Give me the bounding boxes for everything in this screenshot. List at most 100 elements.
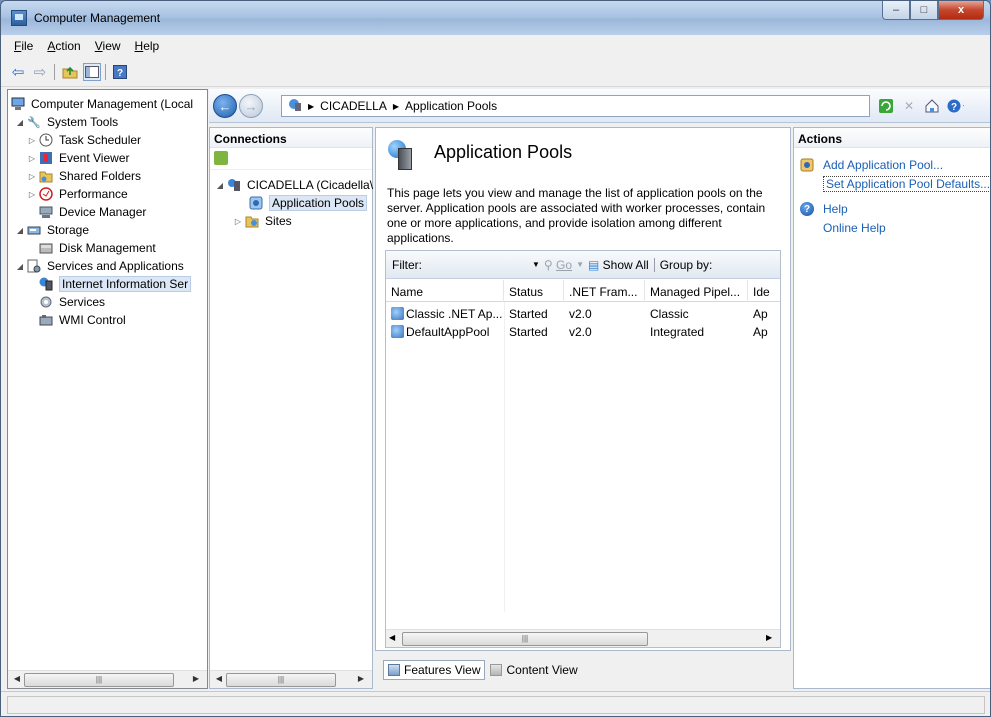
tree-node-task-scheduler[interactable]: ▷ Task Scheduler: [26, 131, 141, 149]
scrollbar-thumb[interactable]: |||: [226, 673, 336, 687]
collapsed-arrow-icon[interactable]: ▷: [26, 172, 38, 181]
breadcrumb-application-pools[interactable]: Application Pools: [405, 99, 497, 113]
close-button[interactable]: x: [938, 1, 984, 20]
back-button[interactable]: ←: [213, 94, 237, 118]
column-header-row: Name Status .NET Fram... Managed Pipel..…: [386, 280, 780, 302]
help-dropdown-icon[interactable]: ?: [946, 97, 964, 115]
address-bar[interactable]: ▶ CICADELLA ▶ Application Pools: [281, 95, 870, 117]
refresh-icon[interactable]: [877, 97, 895, 115]
tab-content-view[interactable]: Content View: [485, 660, 582, 680]
column-header-identity[interactable]: Ide: [748, 280, 782, 302]
tree-node-storage[interactable]: ◢ Storage: [14, 221, 89, 239]
page-title: Application Pools: [434, 142, 573, 162]
go-dropdown-icon[interactable]: ▼: [576, 260, 584, 269]
scroll-left-icon[interactable]: ◀: [10, 674, 24, 686]
filter-dropdown-icon[interactable]: ▼: [532, 260, 540, 269]
online-help-action[interactable]: Online Help: [823, 219, 886, 237]
expanded-arrow-icon[interactable]: ◢: [14, 262, 26, 271]
back-arrow-icon[interactable]: ⇦: [9, 63, 27, 81]
column-header-status[interactable]: Status: [504, 280, 564, 302]
tab-features-view[interactable]: Features View: [383, 660, 486, 680]
menu-file[interactable]: File: [7, 35, 40, 56]
list-horizontal-scrollbar[interactable]: ◀ ||| ▶: [386, 629, 780, 647]
go-button[interactable]: ⚲ Go: [544, 258, 572, 272]
menu-action[interactable]: Action: [40, 35, 87, 56]
expanded-arrow-icon[interactable]: ◢: [14, 226, 26, 235]
scroll-right-icon[interactable]: ▶: [189, 674, 203, 686]
features-view-icon: [388, 664, 400, 676]
scroll-right-icon[interactable]: ▶: [766, 633, 772, 642]
tree-node-sites[interactable]: ▷ Sites: [232, 212, 292, 230]
console-tree[interactable]: Computer Management (Local ◢ 🔧 System To…: [7, 89, 208, 689]
iis-manager: ← → ▶ CICADELLA ▶ Application Pools ✕ ? …: [209, 89, 990, 689]
scrollbar-thumb[interactable]: |||: [402, 632, 648, 646]
tree-node-server[interactable]: ◢ CICADELLA (Cicadella\: [214, 176, 373, 194]
tree-node-application-pools[interactable]: Application Pools: [248, 194, 368, 212]
application-pools-page-icon: [388, 140, 416, 170]
expanded-arrow-icon[interactable]: ◢: [14, 118, 26, 127]
scrollbar-thumb[interactable]: |||: [24, 673, 174, 687]
forward-arrow-icon[interactable]: ⇨: [31, 63, 49, 81]
tree-node-internet-information-services[interactable]: Internet Information Ser: [38, 275, 192, 293]
tree-node-services[interactable]: Services: [38, 293, 105, 311]
up-folder-icon[interactable]: [61, 63, 79, 81]
filter-label: Filter:: [392, 257, 422, 272]
connections-horizontal-scrollbar[interactable]: ◀ ||| ▶: [210, 670, 372, 688]
tree-node-device-manager[interactable]: Device Manager: [38, 203, 146, 221]
svg-text:?: ?: [951, 102, 957, 113]
menu-help[interactable]: Help: [128, 35, 167, 56]
table-row[interactable]: DefaultAppPool Started v2.0 Integrated A…: [386, 324, 780, 342]
title-bar[interactable]: Computer Management – □ x: [1, 1, 990, 35]
column-header-net-framework[interactable]: .NET Fram...: [564, 280, 645, 302]
tree-node-event-viewer[interactable]: ▷ Event Viewer: [26, 149, 130, 167]
content-view-icon: [490, 664, 503, 676]
add-application-pool-action[interactable]: Add Application Pool...: [800, 156, 943, 174]
column-header-managed-pipeline[interactable]: Managed Pipel...: [645, 280, 748, 302]
scroll-right-icon[interactable]: ▶: [354, 674, 368, 686]
help-action[interactable]: ? Help: [800, 200, 848, 218]
cell-identity: Ap: [753, 307, 768, 321]
collapsed-arrow-icon[interactable]: ▷: [26, 136, 38, 145]
iis-icon: [38, 276, 54, 292]
minimize-button[interactable]: –: [882, 1, 910, 20]
sites-folder-icon: [244, 213, 260, 229]
actions-pane: Actions Add Application Pool... Set Appl…: [793, 127, 990, 689]
tree-node-performance[interactable]: ▷ Performance: [26, 185, 128, 203]
tree-horizontal-scrollbar[interactable]: ◀ ||| ▶: [8, 670, 207, 688]
cell-status: Started: [509, 307, 548, 321]
scroll-left-icon[interactable]: ◀: [212, 674, 226, 686]
tree-node-wmi-control[interactable]: WMI Control: [38, 311, 126, 329]
tree-node-services-and-applications[interactable]: ◢ Services and Applications: [14, 257, 184, 275]
forward-button[interactable]: →: [239, 94, 263, 118]
collapsed-arrow-icon[interactable]: ▷: [26, 154, 38, 163]
expanded-arrow-icon[interactable]: ◢: [214, 181, 226, 190]
breadcrumb-server[interactable]: CICADELLA: [320, 99, 387, 113]
menu-view[interactable]: View: [88, 35, 128, 56]
tree-node-disk-management[interactable]: Disk Management: [38, 239, 156, 257]
svg-text:?: ?: [117, 68, 123, 79]
collapsed-arrow-icon[interactable]: ▷: [232, 217, 244, 226]
table-row[interactable]: Classic .NET Ap... Started v2.0 Classic …: [386, 306, 780, 324]
group-by-label[interactable]: Group by:: [660, 258, 713, 272]
column-header-name[interactable]: Name: [386, 280, 504, 302]
home-icon[interactable]: [923, 97, 941, 115]
tree-node-shared-folders[interactable]: ▷ Shared Folders: [26, 167, 141, 185]
set-application-pool-defaults-action[interactable]: Set Application Pool Defaults...: [823, 175, 990, 193]
gear-icon: [38, 294, 54, 310]
actions-header: Actions: [794, 128, 990, 148]
collapsed-arrow-icon[interactable]: ▷: [26, 190, 38, 199]
scroll-left-icon[interactable]: ◀: [389, 633, 395, 642]
disk-icon: [38, 240, 54, 256]
create-connection-icon[interactable]: [214, 151, 228, 165]
maximize-button[interactable]: □: [910, 1, 938, 20]
tree-node-system-tools[interactable]: ◢ 🔧 System Tools: [14, 113, 118, 131]
application-pools-list: Filter: ▼ ⚲ Go ▼ ▤ Show All Group by: Na…: [385, 250, 781, 648]
filter-separator: [653, 257, 655, 272]
tree-node-computer-management[interactable]: Computer Management (Local: [10, 95, 193, 113]
toolbar-separator: [54, 64, 55, 80]
help-icon[interactable]: ?: [111, 63, 129, 81]
show-hide-tree-icon[interactable]: [83, 63, 101, 81]
view-tabs: Features View Content View: [383, 660, 583, 680]
stop-icon[interactable]: ✕: [900, 97, 918, 115]
show-all-button[interactable]: ▤ Show All: [588, 258, 649, 272]
